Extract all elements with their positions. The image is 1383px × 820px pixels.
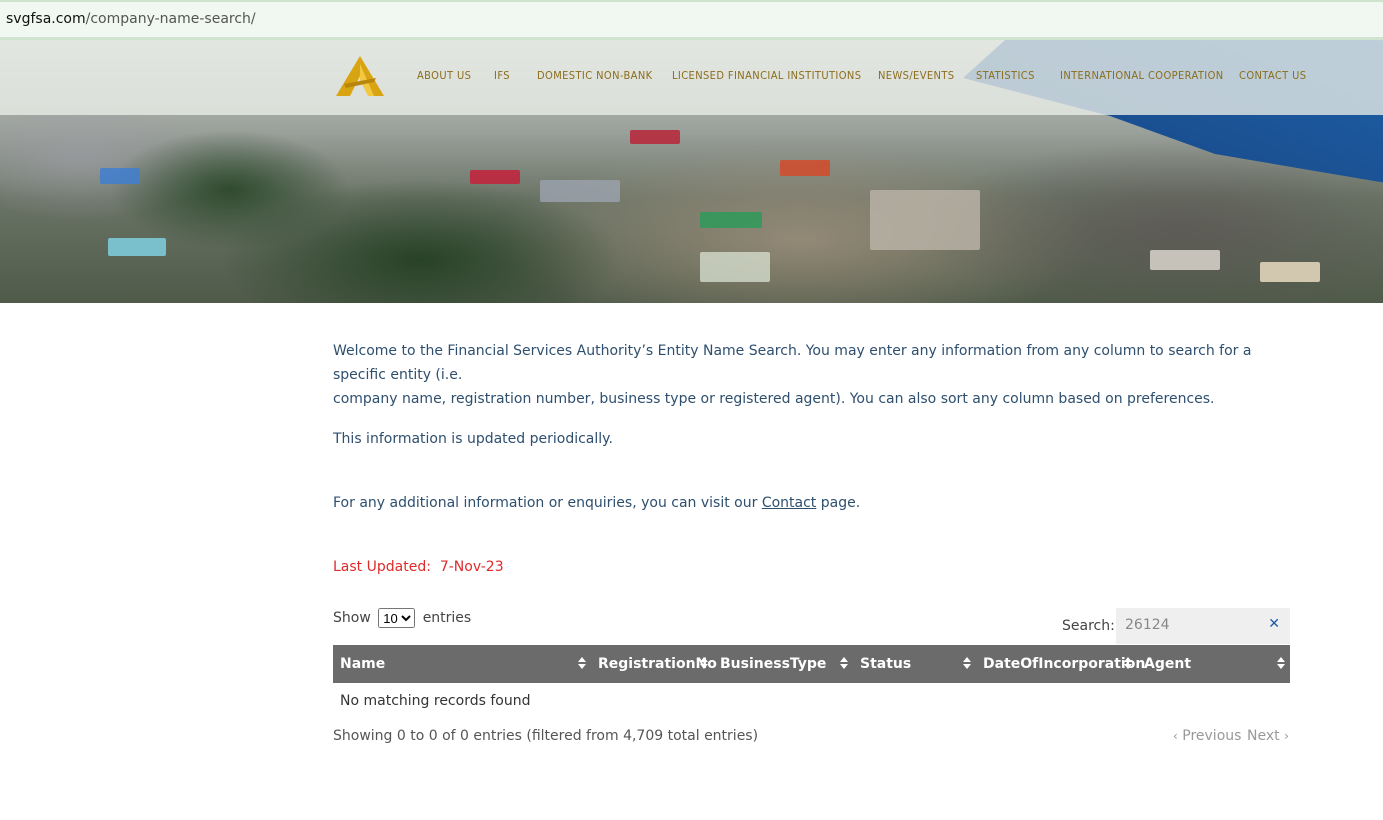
sort-icon[interactable] xyxy=(840,656,848,672)
intro-line-2: company name, registration number, busin… xyxy=(333,391,1215,407)
column-header-businesstype[interactable]: BusinessType xyxy=(720,645,826,683)
page-length-select[interactable]: 10 xyxy=(378,608,416,628)
sort-icon[interactable] xyxy=(700,656,708,672)
main-navigation: ABOUT US IFS DOMESTIC NON-BANK LICENSED … xyxy=(0,40,1383,115)
nav-news-events[interactable]: NEWS/EVENTS xyxy=(878,69,954,82)
chevron-right-icon: › xyxy=(1284,729,1289,743)
sort-icon[interactable] xyxy=(963,656,971,672)
nav-ifs[interactable]: IFS xyxy=(494,69,510,82)
previous-page-button[interactable]: ‹ Previous xyxy=(1173,728,1241,744)
nav-licensed-financial-institutions[interactable]: LICENSED FINANCIAL INSTITUTIONS xyxy=(672,69,861,82)
next-page-button[interactable]: Next › xyxy=(1247,728,1289,744)
column-header-dateofincorporation[interactable]: DateOfIncorporation xyxy=(983,645,1145,683)
update-note: This information is updated periodically… xyxy=(333,431,613,447)
search-label: Search: xyxy=(1062,618,1115,634)
fsa-logo[interactable] xyxy=(334,54,386,98)
nav-statistics[interactable]: STATISTICS xyxy=(976,69,1035,82)
sort-icon[interactable] xyxy=(578,656,586,672)
nav-domestic-non-bank[interactable]: DOMESTIC NON-BANK xyxy=(537,69,653,82)
address-bar[interactable]: svgfsa.com/company-name-search/ xyxy=(0,0,1383,40)
page-length-control: Show 10 entries xyxy=(333,608,471,628)
search-value[interactable]: 26124 xyxy=(1125,617,1170,633)
sort-icon[interactable] xyxy=(1277,656,1285,672)
search-input[interactable]: 26124 ✕ xyxy=(1116,608,1290,644)
last-updated-date: 7-Nov-23 xyxy=(439,559,504,575)
url-text[interactable]: svgfsa.com/company-name-search/ xyxy=(6,11,256,27)
last-updated: Last Updated: 7-Nov-23 xyxy=(333,559,504,575)
empty-table-message: No matching records found xyxy=(340,693,531,709)
column-header-status[interactable]: Status xyxy=(860,645,911,683)
intro-line-1: Welcome to the Financial Services Author… xyxy=(333,343,1252,383)
intro-paragraph: Welcome to the Financial Services Author… xyxy=(333,339,1290,411)
nav-contact-us[interactable]: CONTACT US xyxy=(1239,69,1307,82)
enquiry-paragraph: For any additional information or enquir… xyxy=(333,495,861,511)
sort-icon[interactable] xyxy=(1124,656,1132,672)
column-header-name[interactable]: Name xyxy=(340,645,385,683)
nav-international-cooperation[interactable]: INTERNATIONAL COOPERATION xyxy=(1060,69,1224,82)
chevron-left-icon: ‹ xyxy=(1173,729,1178,743)
contact-link[interactable]: Contact xyxy=(762,495,816,511)
nav-about-us[interactable]: ABOUT US xyxy=(417,69,471,82)
column-header-agent[interactable]: Agent xyxy=(1144,645,1191,683)
close-icon[interactable]: ✕ xyxy=(1268,616,1280,632)
table-info: Showing 0 to 0 of 0 entries (filtered fr… xyxy=(333,728,759,744)
table-header: Name RegistrationNo BusinessType Status … xyxy=(333,645,1290,683)
